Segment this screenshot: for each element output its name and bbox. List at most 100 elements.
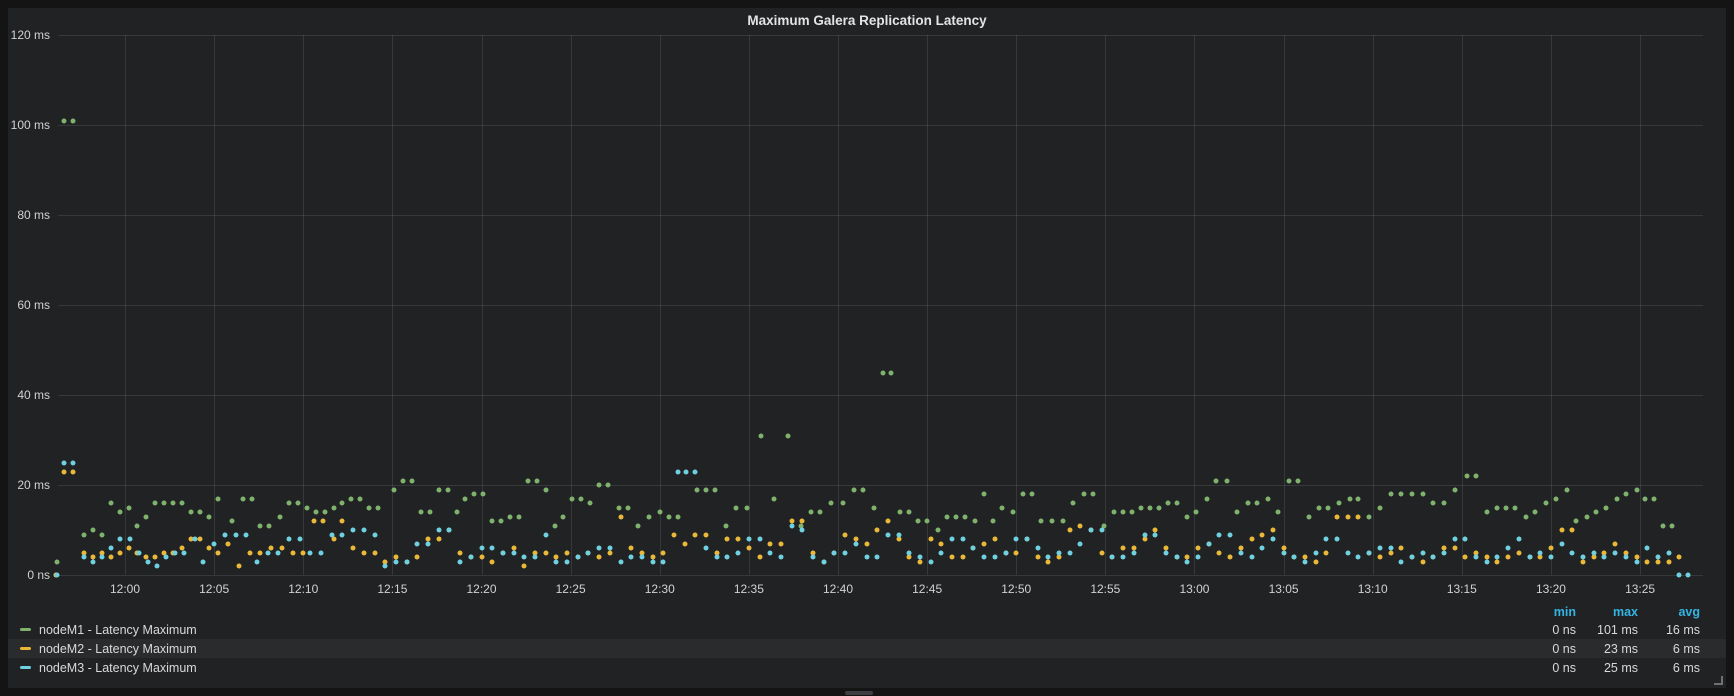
data-point-series-2 xyxy=(320,519,325,524)
data-point-series-1 xyxy=(322,510,327,515)
data-point-series-1 xyxy=(1130,510,1135,515)
data-point-series-1 xyxy=(999,505,1004,510)
data-point-series-1 xyxy=(561,514,566,519)
data-point-series-1 xyxy=(1420,492,1425,497)
data-point-series-2 xyxy=(917,559,922,564)
data-point-series-2 xyxy=(1655,559,1660,564)
data-point-series-1 xyxy=(240,496,245,501)
data-point-series-3 xyxy=(885,532,890,537)
x-gridline xyxy=(1105,35,1106,575)
data-point-series-3 xyxy=(1506,546,1511,551)
x-gridline xyxy=(392,35,393,575)
data-point-series-2 xyxy=(864,541,869,546)
data-point-series-1 xyxy=(907,510,912,515)
data-point-series-2 xyxy=(672,532,677,537)
x-axis-label: 12:05 xyxy=(199,582,229,596)
x-gridline xyxy=(1284,35,1285,575)
data-point-series-1 xyxy=(1584,514,1589,519)
data-point-series-3 xyxy=(875,555,880,560)
data-point-series-1 xyxy=(1276,510,1281,515)
data-point-series-1 xyxy=(579,496,584,501)
data-point-series-3 xyxy=(714,555,719,560)
x-gridline xyxy=(1016,35,1017,575)
data-point-series-1 xyxy=(99,532,104,537)
data-point-series-3 xyxy=(522,555,527,560)
data-point-series-3 xyxy=(212,541,217,546)
data-point-series-2 xyxy=(301,550,306,555)
data-point-series-2 xyxy=(725,537,730,542)
y-axis-label: 20 ms xyxy=(2,478,50,492)
legend-series-label[interactable]: nodeM2 - Latency Maximum xyxy=(39,642,1514,656)
data-point-series-3 xyxy=(90,559,95,564)
data-point-series-2 xyxy=(778,541,783,546)
y-gridline xyxy=(58,485,1703,486)
data-point-series-3 xyxy=(62,460,67,465)
data-point-series-1 xyxy=(606,483,611,488)
data-point-series-2 xyxy=(126,546,131,551)
data-point-series-3 xyxy=(864,555,869,560)
data-point-series-3 xyxy=(383,564,388,569)
data-point-series-2 xyxy=(618,514,623,519)
data-point-series-1 xyxy=(734,505,739,510)
data-point-series-1 xyxy=(258,523,263,528)
x-axis-label: 12:30 xyxy=(645,582,675,596)
data-point-series-3 xyxy=(1174,555,1179,560)
data-point-series-2 xyxy=(522,564,527,569)
data-point-series-3 xyxy=(1035,546,1040,551)
legend-row[interactable]: nodeM1 - Latency Maximum0 ns101 ms16 ms xyxy=(8,620,1726,639)
data-point-series-3 xyxy=(982,555,987,560)
data-point-series-3 xyxy=(532,555,537,560)
data-point-series-2 xyxy=(1217,550,1222,555)
data-point-series-3 xyxy=(757,537,762,542)
data-point-series-3 xyxy=(1131,550,1136,555)
data-point-series-3 xyxy=(1442,550,1447,555)
data-point-series-3 xyxy=(789,523,794,528)
data-point-series-3 xyxy=(565,559,570,564)
data-point-series-2 xyxy=(1581,559,1586,564)
data-point-series-3 xyxy=(181,550,186,555)
x-gridline xyxy=(214,35,215,575)
data-point-series-1 xyxy=(953,514,958,519)
data-point-series-1 xyxy=(1593,510,1598,515)
legend-column-max[interactable]: max xyxy=(1576,605,1638,619)
legend-column-min[interactable]: min xyxy=(1514,605,1576,619)
data-point-series-3 xyxy=(1270,537,1275,542)
data-point-series-3 xyxy=(1602,555,1607,560)
data-point-series-3 xyxy=(146,559,151,564)
data-point-series-3 xyxy=(1228,532,1233,537)
plot-area: 0 ns20 ms40 ms60 ms80 ms100 ms120 ms12:0… xyxy=(58,35,1703,575)
data-point-series-3 xyxy=(1313,550,1318,555)
data-point-series-2 xyxy=(1228,555,1233,560)
data-point-series-2 xyxy=(907,555,912,560)
data-point-series-1 xyxy=(1643,496,1648,501)
legend-row[interactable]: nodeM3 - Latency Maximum0 ns25 ms6 ms xyxy=(8,658,1726,677)
legend-series-label[interactable]: nodeM1 - Latency Maximum xyxy=(39,623,1514,637)
data-point-series-1 xyxy=(1286,478,1291,483)
legend-column-avg[interactable]: avg xyxy=(1638,605,1700,619)
x-axis-label: 13:10 xyxy=(1358,582,1388,596)
data-point-series-3 xyxy=(811,555,816,560)
panel-resize-handle[interactable] xyxy=(1714,676,1723,685)
data-point-series-3 xyxy=(725,555,730,560)
legend-series-label[interactable]: nodeM3 - Latency Maximum xyxy=(39,661,1514,675)
data-point-series-1 xyxy=(1194,510,1199,515)
data-point-series-2 xyxy=(1270,528,1275,533)
data-point-series-2 xyxy=(1078,523,1083,528)
data-point-series-1 xyxy=(62,118,67,123)
data-point-series-3 xyxy=(1014,537,1019,542)
horizontal-scrollbar-thumb[interactable] xyxy=(845,691,873,695)
panel-title[interactable]: Maximum Galera Replication Latency xyxy=(8,11,1726,31)
data-point-series-1 xyxy=(841,501,846,506)
data-point-series-1 xyxy=(1039,519,1044,524)
data-point-series-1 xyxy=(516,514,521,519)
x-axis-label: 13:05 xyxy=(1269,582,1299,596)
data-point-series-1 xyxy=(427,510,432,515)
data-point-series-1 xyxy=(55,559,60,564)
y-gridline xyxy=(58,395,1703,396)
y-axis-label: 40 ms xyxy=(2,388,50,402)
data-point-series-3 xyxy=(1431,555,1436,560)
data-point-series-1 xyxy=(287,501,292,506)
legend: min max avg nodeM1 - Latency Maximum0 ns… xyxy=(8,603,1726,677)
data-point-series-2 xyxy=(629,546,634,551)
legend-row[interactable]: nodeM2 - Latency Maximum0 ns23 ms6 ms xyxy=(8,639,1726,658)
